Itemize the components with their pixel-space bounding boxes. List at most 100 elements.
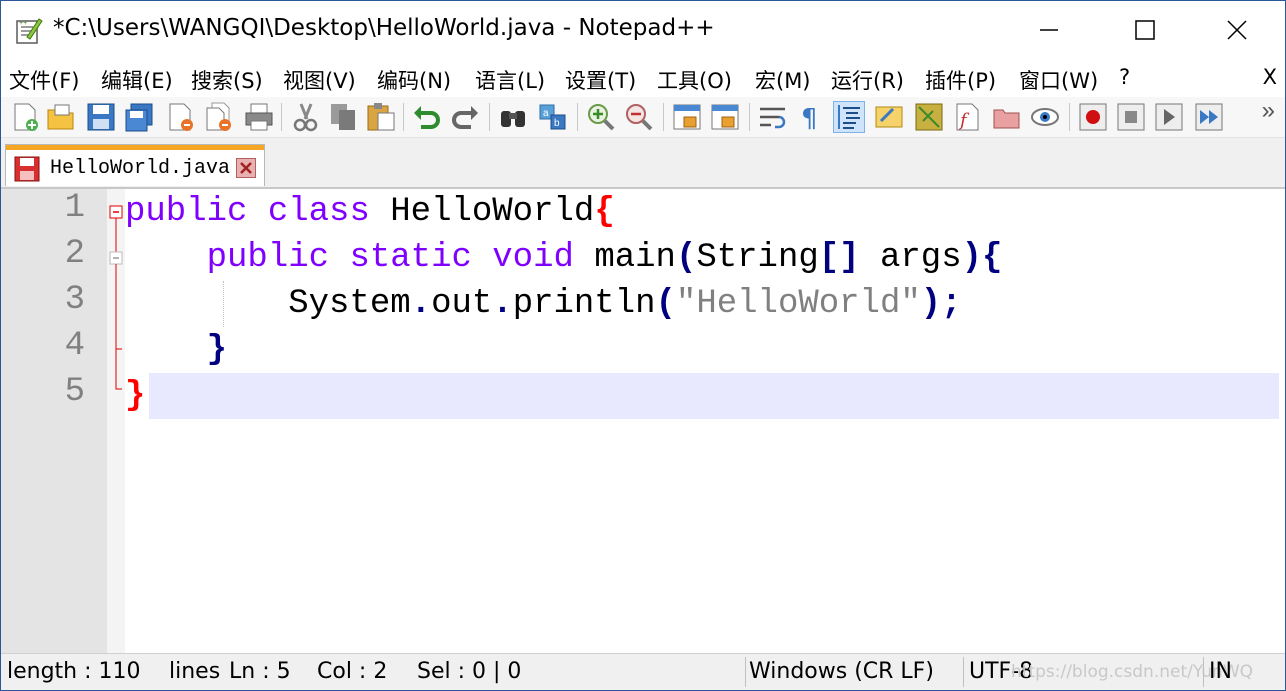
menu-macro[interactable]: 宏(M) bbox=[755, 65, 811, 95]
status-bar: length : 110 lines Ln : 5 Col : 2 Sel : … bbox=[1, 653, 1285, 690]
minimize-button[interactable] bbox=[1029, 11, 1069, 49]
cut-icon[interactable] bbox=[289, 101, 321, 133]
close-file-icon[interactable] bbox=[165, 101, 197, 133]
sync-vertical-icon[interactable] bbox=[671, 101, 703, 133]
maximize-icon bbox=[1135, 20, 1155, 40]
svg-text:¶: ¶ bbox=[801, 104, 818, 133]
status-separator bbox=[1203, 657, 1204, 687]
menu-plugins[interactable]: 插件(P) bbox=[925, 65, 996, 95]
keyword: public bbox=[125, 193, 248, 231]
close-icon bbox=[1227, 20, 1247, 40]
notepadpp-icon: ++ bbox=[15, 15, 43, 45]
run-macro-multiple-icon[interactable] bbox=[1193, 101, 1225, 133]
menu-help[interactable]: ? bbox=[1119, 65, 1130, 89]
indent-guide-icon[interactable] bbox=[833, 101, 865, 133]
status-eol[interactable]: Windows (CR LF) bbox=[749, 659, 934, 684]
toolbar-overflow-button[interactable]: » bbox=[1262, 97, 1275, 125]
line-number: 1 bbox=[64, 189, 85, 227]
status-lines: lines bbox=[169, 659, 221, 684]
save-icon[interactable] bbox=[85, 101, 117, 133]
operator: ( bbox=[655, 285, 676, 323]
tab-bar: HelloWorld.java bbox=[1, 138, 1285, 189]
code-line-3: System.out.println("HelloWorld"); bbox=[125, 281, 962, 327]
brace: { bbox=[594, 193, 615, 231]
code-editor[interactable]: 1 2 3 4 5 public class HelloWorld{ publi… bbox=[1, 189, 1285, 653]
menu-window[interactable]: 窗口(W) bbox=[1019, 65, 1098, 95]
sync-horizontal-icon[interactable] bbox=[709, 101, 741, 133]
menu-search[interactable]: 搜索(S) bbox=[191, 65, 263, 95]
replace-icon[interactable]: ab bbox=[537, 101, 569, 133]
window-title: *C:\Users\WANGQI\Desktop\HelloWorld.java… bbox=[53, 15, 715, 41]
maximize-button[interactable] bbox=[1125, 11, 1165, 49]
word-wrap-icon[interactable] bbox=[757, 101, 789, 133]
tab-label: HelloWorld.java bbox=[50, 157, 231, 180]
toolbar-separator bbox=[749, 103, 750, 131]
tab-helloworld-java[interactable]: HelloWorld.java bbox=[5, 144, 265, 186]
line-number: 5 bbox=[64, 373, 85, 411]
zoom-out-icon[interactable] bbox=[623, 101, 655, 133]
toolbar-separator bbox=[489, 103, 490, 131]
notepadpp-window: ++ *C:\Users\WANGQI\Desktop\HelloWorld.j… bbox=[0, 0, 1286, 691]
identifier: args bbox=[879, 239, 962, 277]
operator: [] bbox=[818, 239, 860, 277]
string-literal: "HelloWorld" bbox=[675, 285, 921, 323]
undo-icon[interactable] bbox=[411, 101, 443, 133]
redo-icon[interactable] bbox=[449, 101, 481, 133]
record-macro-icon[interactable] bbox=[1077, 101, 1109, 133]
close-document-button[interactable]: X bbox=[1263, 65, 1277, 89]
code-line-2: public static void main(String[] args){ bbox=[125, 235, 1003, 281]
zoom-in-icon[interactable] bbox=[585, 101, 617, 133]
folder-as-workspace-icon[interactable] bbox=[991, 101, 1023, 133]
show-all-characters-icon[interactable]: ¶ bbox=[795, 101, 827, 134]
brace: } bbox=[206, 331, 228, 369]
menu-file[interactable]: 文件(F) bbox=[9, 65, 79, 95]
identifier: HelloWorld bbox=[390, 193, 595, 231]
menu-language[interactable]: 语言(L) bbox=[475, 65, 545, 95]
fold-margin bbox=[107, 189, 125, 653]
minimize-icon bbox=[1040, 29, 1058, 31]
title-bar: ++ *C:\Users\WANGQI\Desktop\HelloWorld.j… bbox=[1, 1, 1285, 59]
toolbar-separator bbox=[663, 103, 664, 131]
status-column: Col : 2 bbox=[317, 659, 388, 684]
function-list-icon[interactable]: f bbox=[951, 101, 983, 133]
identifier: main bbox=[594, 239, 676, 277]
status-separator bbox=[963, 657, 964, 687]
menu-edit[interactable]: 编辑(E) bbox=[101, 65, 173, 95]
stop-recording-icon[interactable] bbox=[1115, 101, 1147, 133]
line-number-margin: 1 2 3 4 5 bbox=[1, 189, 107, 653]
toolbar-separator bbox=[403, 103, 404, 131]
line-number: 2 bbox=[64, 235, 85, 273]
copy-icon[interactable] bbox=[327, 101, 359, 133]
tab-close-icon[interactable] bbox=[236, 158, 256, 178]
identifier: System bbox=[288, 285, 411, 323]
monitoring-icon[interactable] bbox=[1029, 101, 1061, 133]
menu-encoding[interactable]: 编码(N) bbox=[377, 65, 451, 95]
code-line-4: } bbox=[125, 327, 227, 373]
keyword: static bbox=[349, 239, 472, 277]
paste-icon[interactable] bbox=[365, 101, 397, 133]
operator: ; bbox=[941, 285, 962, 323]
toolbar: ab ¶ f » bbox=[1, 97, 1285, 138]
print-icon[interactable] bbox=[243, 101, 275, 133]
svg-text:a: a bbox=[543, 108, 549, 119]
open-file-icon[interactable] bbox=[45, 101, 77, 133]
close-all-icon[interactable] bbox=[203, 101, 235, 133]
menu-run[interactable]: 运行(R) bbox=[831, 65, 904, 95]
playback-macro-icon[interactable] bbox=[1153, 101, 1185, 133]
operator: ( bbox=[675, 239, 697, 277]
status-length: length : 110 bbox=[7, 659, 141, 684]
operator: . bbox=[492, 285, 513, 323]
svg-text:++: ++ bbox=[19, 20, 27, 27]
find-icon[interactable] bbox=[497, 101, 529, 133]
menu-tools[interactable]: 工具(O) bbox=[657, 65, 732, 95]
save-all-icon[interactable] bbox=[123, 101, 155, 133]
new-file-icon[interactable] bbox=[9, 101, 41, 133]
status-insert-mode[interactable]: IN bbox=[1209, 659, 1232, 684]
user-defined-language-icon[interactable] bbox=[873, 101, 905, 133]
line-number: 3 bbox=[64, 281, 85, 319]
keyword: public bbox=[206, 239, 330, 277]
close-window-button[interactable] bbox=[1217, 11, 1257, 49]
menu-view[interactable]: 视图(V) bbox=[283, 65, 356, 95]
menu-settings[interactable]: 设置(T) bbox=[565, 65, 636, 95]
document-map-icon[interactable] bbox=[913, 101, 945, 133]
